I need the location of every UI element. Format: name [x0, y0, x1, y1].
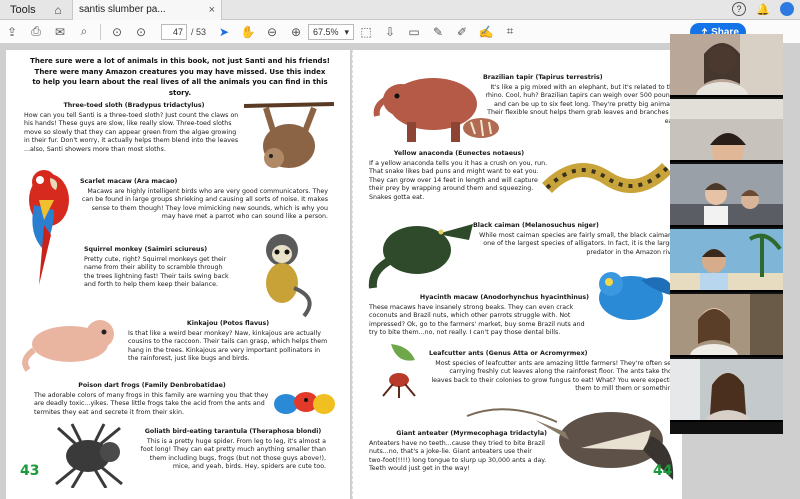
- entry-anaconda: Yellow anaconda (Eunectes notaeus) If a …: [369, 150, 549, 202]
- entry-title: Squirrel monkey (Saimiri sciureus): [84, 246, 208, 253]
- video-tile-6[interactable]: [670, 359, 783, 422]
- highlight-icon[interactable]: ✎: [426, 20, 450, 44]
- toolbar-divider: [100, 23, 101, 40]
- sign-icon[interactable]: ✍: [474, 20, 498, 44]
- close-icon[interactable]: ×: [209, 4, 215, 16]
- entry-title: Three-toed sloth (Bradypus tridactylus): [63, 102, 205, 109]
- previous-page-icon[interactable]: ⊙: [105, 20, 129, 44]
- comment-icon[interactable]: ▭: [402, 20, 426, 44]
- entry-title: Brazilian tapir (Tapirus terrestris): [483, 74, 603, 81]
- entry-squirrel-monkey: Squirrel monkey (Saimiri sciureus) Prett…: [84, 246, 234, 290]
- entry-body: Most species of leafcutter ants are amaz…: [431, 359, 679, 393]
- entry-title: Poison dart frogs (Family Denbrobatidae): [78, 382, 226, 389]
- draw-icon[interactable]: ✐: [450, 20, 474, 44]
- document-tab-title: santis slumber pa...: [79, 4, 166, 15]
- sloth-illustration: [244, 102, 334, 168]
- entry-title: Giant anteater (Myrmecophaga tridactyla): [396, 430, 547, 437]
- next-page-icon[interactable]: ⊙: [129, 20, 153, 44]
- page-number-left: 43: [20, 463, 40, 479]
- entry-body: How can you tell Santi is a three-toed s…: [24, 111, 239, 153]
- entry-body: These macaws have insanely strong beaks.…: [369, 303, 585, 337]
- fit-page-icon[interactable]: ⬚: [354, 20, 378, 44]
- entry-giant-anteater: Giant anteater (Myrmecophaga tridactyla)…: [369, 430, 547, 474]
- video-tile-5[interactable]: [670, 294, 783, 357]
- entry-tarantula: Goliath bird-eating tarantula (Theraphos…: [140, 428, 326, 472]
- help-icon[interactable]: ?: [732, 2, 746, 16]
- email-icon[interactable]: ✉: [48, 20, 72, 44]
- zoom-in-icon[interactable]: ⊕: [284, 20, 308, 44]
- zoom-out-icon[interactable]: ⊖: [260, 20, 284, 44]
- hand-tool-icon[interactable]: ✋: [236, 20, 260, 44]
- entry-macaw: Scarlet macaw (Ara macao) Macaws are hig…: [80, 178, 328, 222]
- poison-dart-frogs-illustration: [274, 392, 335, 414]
- entry-body: Anteaters have no teeth...cause they tri…: [369, 439, 547, 473]
- upload-icon[interactable]: ⇪: [0, 20, 24, 44]
- video-tile-2[interactable]: [670, 99, 783, 162]
- tarantula-illustration: [55, 423, 123, 488]
- entry-tapir: Brazilian tapir (Tapirus terrestris) It'…: [483, 74, 677, 126]
- avatar[interactable]: [780, 2, 794, 16]
- entry-body: It's like a pig mixed with an elephant, …: [485, 83, 678, 125]
- entry-body: Is that like a weird bear monkey? Naw, k…: [128, 329, 328, 363]
- video-tile-3[interactable]: [670, 164, 783, 227]
- squirrel-monkey-illustration: [266, 234, 312, 318]
- video-call-panel: [670, 34, 783, 434]
- page-total: / 53: [191, 26, 207, 37]
- tag-icon[interactable]: ⌗: [498, 20, 522, 44]
- zoom-value: 67.5%: [313, 26, 339, 37]
- page-number-input[interactable]: 47: [161, 23, 187, 40]
- entry-sloth: Three-toed sloth (Bradypus tridactylus) …: [24, 102, 244, 154]
- entry-title: Yellow anaconda (Eunectes notaeus): [393, 150, 525, 157]
- entry-kinkajou: Kinkajou (Potos flavus) Is that like a w…: [128, 320, 328, 364]
- entry-body: If a yellow anaconda tells you it has a …: [369, 159, 548, 201]
- entry-title: Leafcutter ants (Genus Atta or Acromyrme…: [429, 350, 588, 357]
- page-44: Brazilian tapir (Tapirus terrestris) It'…: [352, 50, 682, 499]
- document-tab[interactable]: santis slumber pa... ×: [72, 0, 222, 20]
- entry-title: Hyacinth macaw (Anodorhynchus hyacinthin…: [419, 294, 589, 301]
- entry-hyacinth-macaw: Hyacinth macaw (Anodorhynchus hyacinthin…: [369, 294, 589, 338]
- entry-poison-dart-frogs: Poison dart frogs (Family Denbrobatidae)…: [34, 382, 270, 417]
- tab-bar: Tools ⌂ santis slumber pa... × ? 🔔: [0, 0, 800, 20]
- entry-body: Pretty cute, right? Squirrel monkeys get…: [84, 255, 229, 289]
- search-icon[interactable]: ⌕: [72, 20, 96, 44]
- entry-body: The adorable colors of many frogs in thi…: [34, 391, 269, 416]
- home-icon[interactable]: ⌂: [50, 2, 66, 18]
- select-cursor-icon[interactable]: ➤: [212, 20, 236, 44]
- video-tile-4[interactable]: [670, 229, 783, 292]
- video-tile-1[interactable]: [670, 34, 783, 97]
- leafcutter-ant-illustration: [382, 344, 416, 398]
- entry-body: Macaws are highly intelligent birds who …: [81, 187, 328, 221]
- kinkajou-illustration: [22, 320, 114, 372]
- entry-title: Scarlet macaw (Ara macao): [80, 178, 178, 185]
- print-icon[interactable]: ⎙: [24, 20, 48, 44]
- page-number-right: 44: [653, 463, 673, 479]
- tools-tab[interactable]: Tools: [0, 4, 50, 16]
- black-caiman-illustration: [368, 224, 473, 289]
- pdf-viewer-window: Tools ⌂ santis slumber pa... × ? 🔔 ⇪ ⎙ ✉…: [0, 0, 800, 499]
- entry-caiman: Black caiman (Melanosuchus niger) While …: [473, 222, 679, 257]
- page-43: There sure were a lot of animals in this…: [6, 50, 350, 499]
- entry-body: While most caiman species are fairly sma…: [479, 231, 679, 256]
- entry-leafcutter-ants: Leafcutter ants (Genus Atta or Acromyrme…: [429, 350, 679, 394]
- account-area: ? 🔔: [732, 2, 794, 16]
- intro-text: There sure were a lot of animals in this…: [30, 57, 330, 97]
- scarlet-macaw-illustration: [29, 170, 69, 285]
- zoom-select[interactable]: 67.5% ▾: [308, 23, 355, 40]
- scroll-mode-icon[interactable]: ⇩: [378, 20, 402, 44]
- entry-title: Goliath bird-eating tarantula (Theraphos…: [144, 428, 322, 435]
- entry-body: This is a pretty huge spider. From leg t…: [140, 437, 326, 471]
- bell-icon[interactable]: 🔔: [756, 2, 770, 16]
- yellow-anaconda-illustration: [542, 162, 672, 194]
- entry-title: Black caiman (Melanosuchus niger): [473, 222, 599, 229]
- chevron-down-icon: ▾: [344, 26, 350, 37]
- entry-title: Kinkajou (Potos flavus): [186, 320, 270, 327]
- hyacinth-macaw-illustration: [599, 272, 675, 320]
